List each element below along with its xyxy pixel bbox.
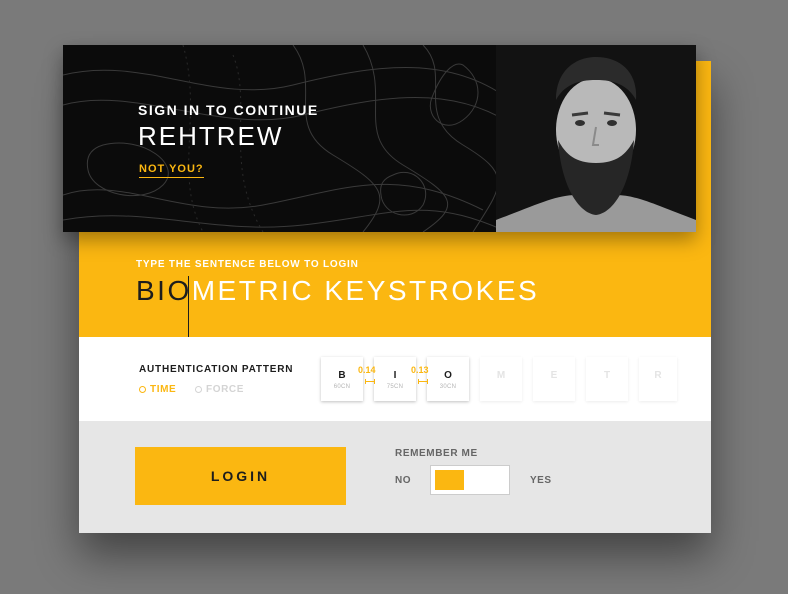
key-m: M bbox=[480, 357, 522, 401]
username: REHTREW bbox=[138, 121, 284, 151]
typing-instruction: TYPE THE SENTENCE BELOW TO LOGIN bbox=[136, 259, 359, 270]
timing-bracket bbox=[365, 379, 375, 384]
key-o: O 30CN bbox=[427, 357, 469, 401]
key-r: R bbox=[639, 357, 677, 401]
radio-dot-icon bbox=[139, 386, 146, 393]
timing-bracket bbox=[418, 379, 428, 384]
radio-dot-icon bbox=[195, 386, 202, 393]
option-force-label: FORCE bbox=[206, 384, 244, 395]
option-force[interactable]: FORCE bbox=[195, 384, 244, 395]
key-letter: M bbox=[496, 370, 506, 381]
timing-i-o: 0.13 bbox=[411, 365, 429, 375]
remaining-text: METRIC KEYSTROKES bbox=[191, 275, 540, 306]
login-button[interactable]: LOGIN bbox=[135, 447, 346, 505]
login-footer: LOGIN REMEMBER ME NO YES bbox=[79, 421, 711, 533]
key-e: E bbox=[533, 357, 575, 401]
key-letter: O bbox=[444, 370, 452, 381]
option-time[interactable]: TIME bbox=[139, 384, 176, 395]
biometric-sentence-input[interactable]: BIOMETRIC KEYSTROKES bbox=[136, 275, 539, 307]
remember-me-title: REMEMBER ME bbox=[395, 448, 478, 459]
key-letter: B bbox=[338, 370, 346, 381]
pattern-title: AUTHENTICATION PATTERN bbox=[139, 364, 294, 375]
toggle-knob[interactable] bbox=[435, 470, 464, 490]
user-avatar bbox=[496, 45, 696, 232]
text-caret bbox=[188, 276, 189, 337]
key-i: I 75CN bbox=[374, 357, 416, 401]
key-t: T bbox=[586, 357, 628, 401]
key-b: B 60CN bbox=[321, 357, 363, 401]
authentication-pattern-panel: AUTHENTICATION PATTERN TIME FORCE B 60CN… bbox=[79, 337, 711, 421]
profile-header: SIGN IN TO CONTINUE REHTREW NOT YOU? bbox=[63, 45, 696, 232]
not-you-link[interactable]: NOT YOU? bbox=[139, 163, 204, 178]
remember-no-label: NO bbox=[395, 475, 411, 486]
remember-me-toggle[interactable] bbox=[430, 465, 510, 495]
key-force: 60CN bbox=[333, 384, 351, 390]
typed-text: BIO bbox=[136, 275, 192, 306]
key-force: 75CN bbox=[386, 384, 404, 390]
key-letter: E bbox=[550, 370, 558, 381]
option-time-label: TIME bbox=[150, 384, 177, 395]
key-letter: T bbox=[603, 370, 611, 381]
key-letter: R bbox=[654, 370, 662, 381]
remember-yes-label: YES bbox=[530, 475, 552, 486]
timing-b-i: 0.14 bbox=[358, 365, 376, 375]
key-force: 30CN bbox=[439, 384, 457, 390]
signin-heading: SIGN IN TO CONTINUE bbox=[138, 102, 319, 118]
key-letter: I bbox=[393, 370, 397, 381]
